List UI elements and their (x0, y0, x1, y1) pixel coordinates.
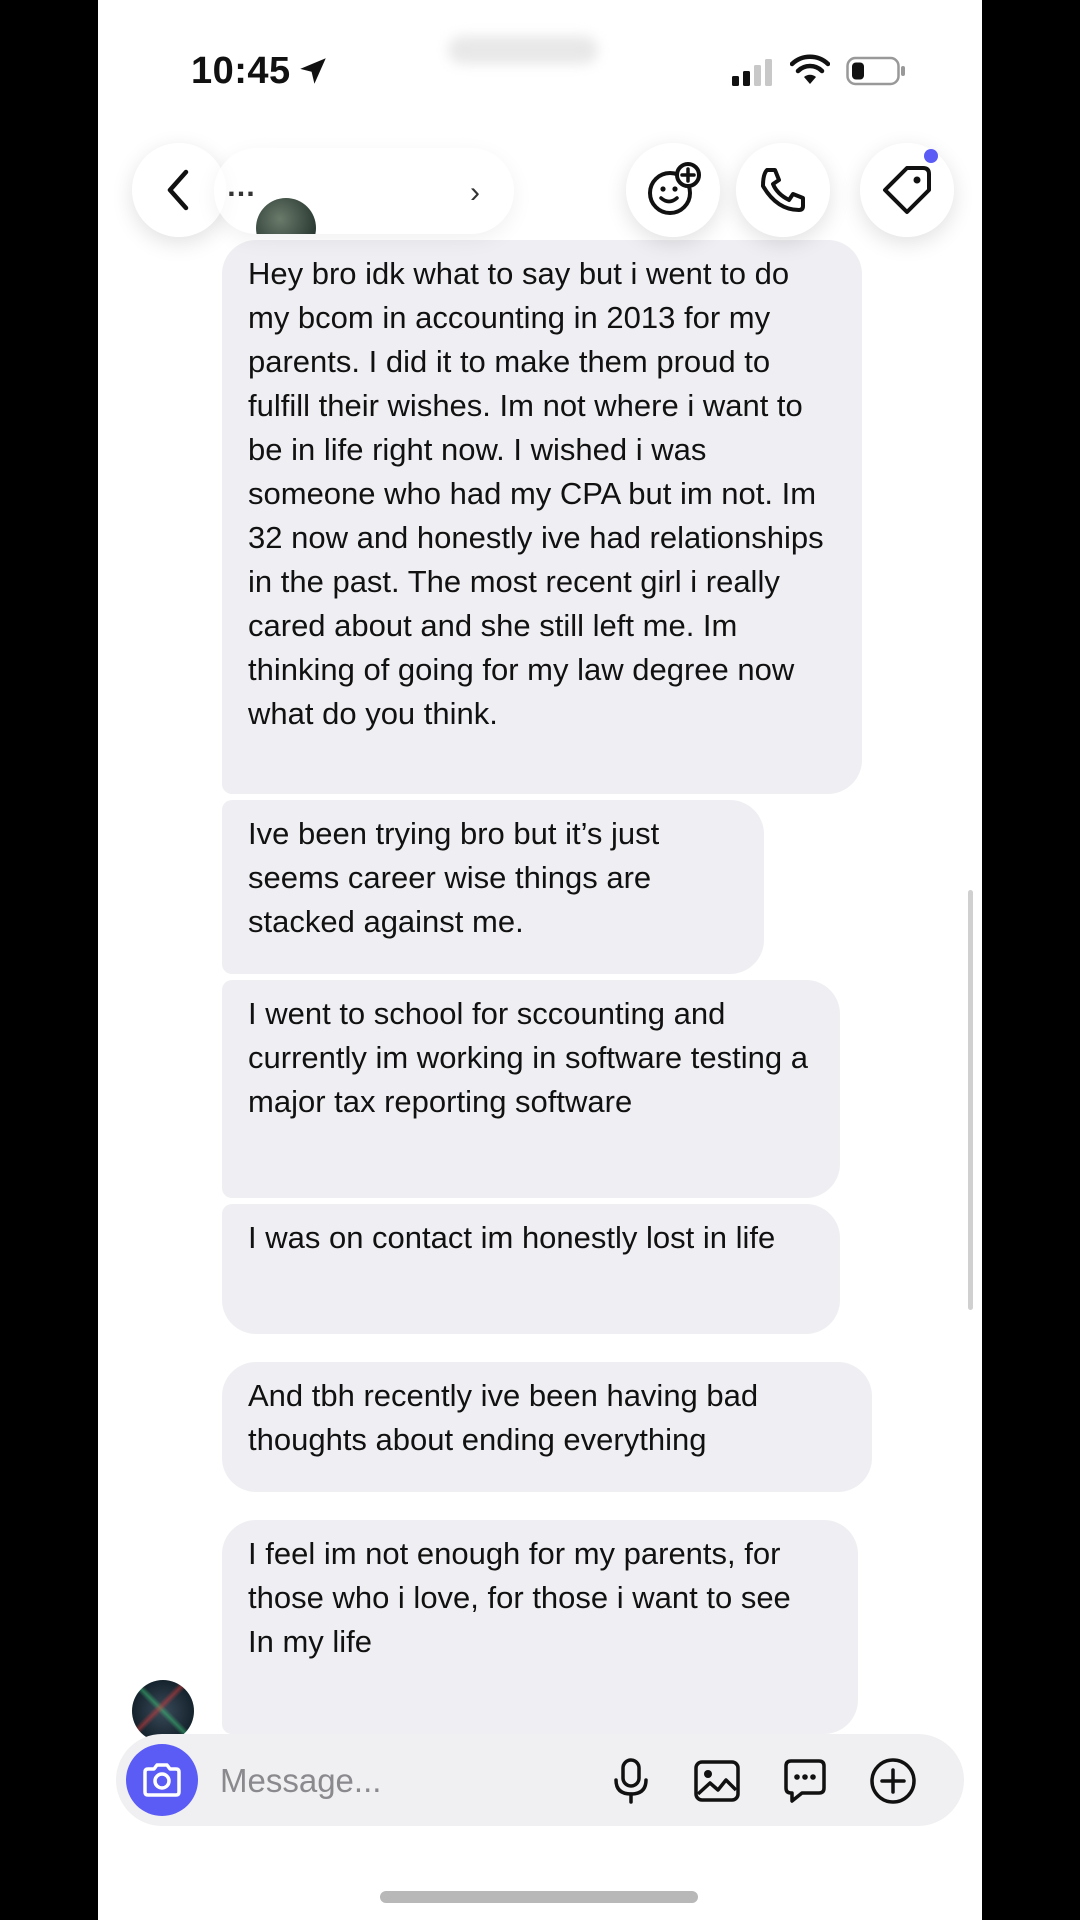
status-bar: 10:45 (98, 0, 982, 130)
microphone-icon[interactable] (606, 1756, 656, 1806)
message-bubble: I was on contact im honestly lost in lif… (222, 1204, 840, 1334)
wifi-icon (790, 54, 830, 84)
battery-icon (846, 56, 905, 86)
contact-title[interactable]: … › (214, 148, 514, 234)
call-button[interactable] (736, 143, 830, 237)
home-indicator[interactable] (380, 1891, 698, 1903)
back-button[interactable] (132, 143, 226, 237)
camera-button[interactable] (126, 1744, 198, 1816)
add-effect-icon (648, 162, 701, 215)
contact-name: … (226, 170, 256, 203)
cellular-signal-icon (732, 59, 772, 86)
notification-dot (924, 149, 938, 163)
tag-icon (883, 166, 931, 214)
phone-icon (761, 168, 805, 212)
chevron-right-icon: › (470, 176, 480, 209)
dynamic-island-blur (448, 36, 598, 64)
chat-header: … › (98, 140, 982, 240)
chevron-left-icon (167, 169, 189, 211)
chat-screen: 10:45 Hey bro idk what to say but i went… (98, 0, 982, 1920)
contact-avatar[interactable] (132, 1680, 194, 1742)
message-composer (116, 1734, 964, 1826)
message-bubble: I went to school for sccounting and curr… (222, 980, 840, 1198)
message-bubble: I feel im not enough for my parents, for… (222, 1520, 858, 1734)
location-arrow-icon (300, 58, 326, 84)
message-bubble: And tbh recently ive been having bad tho… (222, 1362, 872, 1492)
effects-button[interactable] (626, 143, 720, 237)
tag-button[interactable] (860, 143, 954, 237)
plus-circle-icon[interactable] (868, 1756, 918, 1806)
message-bubble: Hey bro idk what to say but i went to do… (222, 240, 862, 794)
header-avatar (256, 198, 316, 234)
message-bubble: Ive been trying bro but it’s just seems … (222, 800, 764, 974)
camera-icon (143, 1763, 181, 1797)
sticker-icon[interactable] (780, 1756, 830, 1806)
status-time: 10:45 (191, 50, 291, 92)
image-icon[interactable] (692, 1756, 742, 1806)
message-input[interactable] (218, 1754, 602, 1808)
scroll-indicator (968, 890, 973, 1310)
